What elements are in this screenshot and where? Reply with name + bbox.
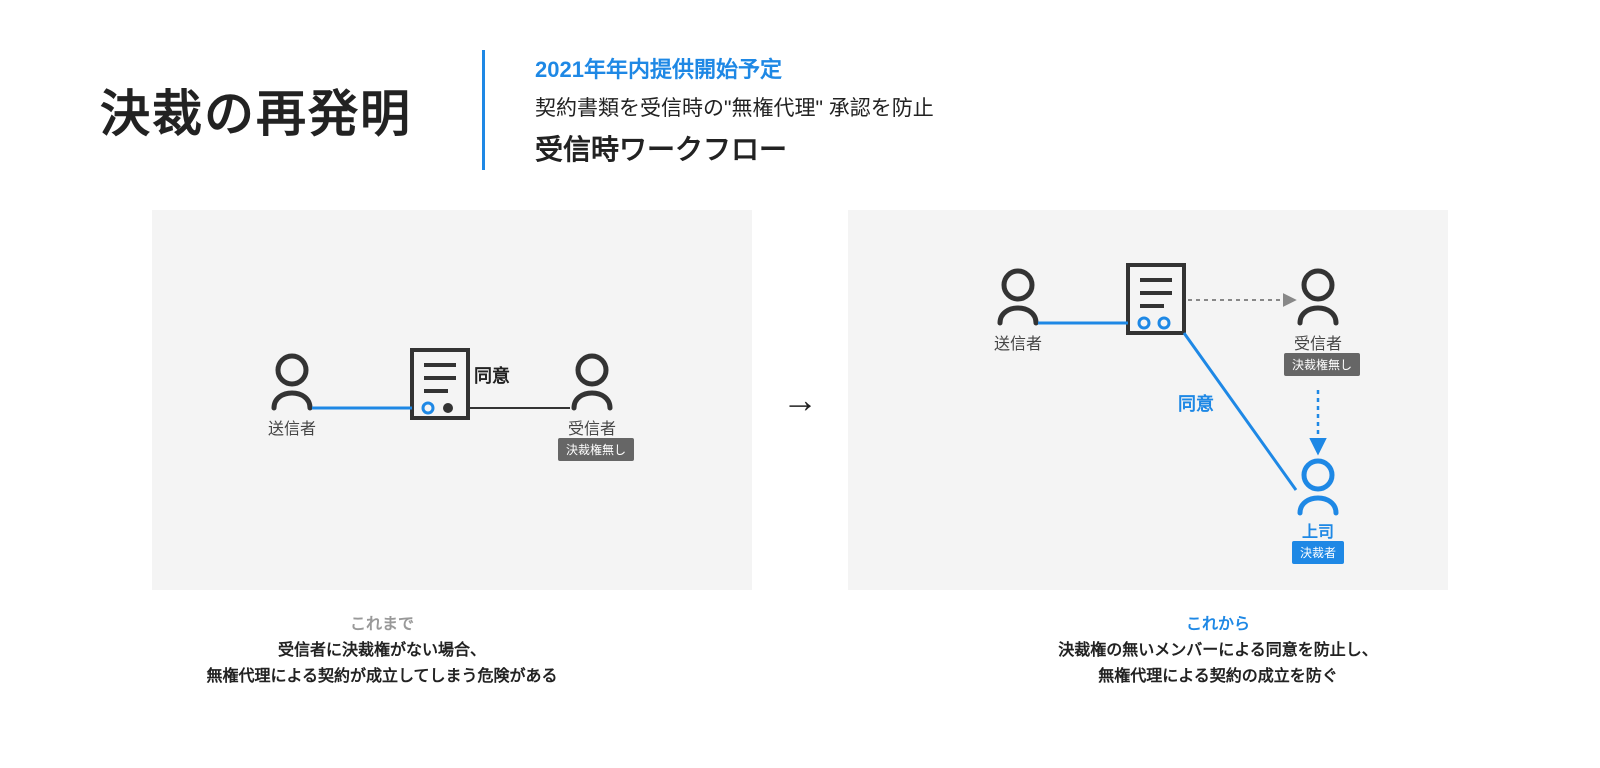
receiver-label: 受信者 (1288, 330, 1348, 354)
person-icon (274, 356, 310, 408)
caption-spacer (782, 610, 818, 689)
release-schedule: 2021年年内提供開始予定 (535, 52, 1500, 84)
after-panel: 送信者 受信者 決裁権無し 上司 決裁者 同意 (848, 210, 1448, 590)
after-diagram (848, 210, 1448, 590)
document-icon (1128, 265, 1184, 333)
before-text-2: 無権代理による契約が成立してしまう危険がある (82, 664, 682, 690)
receiver-label: 受信者 (562, 415, 622, 439)
feature-description: 契約書類を受信時の"無権代理" 承認を防止 (535, 92, 1500, 122)
feature-name: 受信時ワークフロー (535, 128, 1500, 168)
before-diagram (152, 210, 752, 590)
agree-label: 同意 (1178, 390, 1214, 416)
sender-label: 送信者 (988, 330, 1048, 354)
vertical-divider (482, 50, 485, 170)
sender-label: 送信者 (262, 415, 322, 439)
document-icon (412, 350, 468, 418)
captions-row: これまで 受信者に決裁権がない場合、 無権代理による契約が成立してしまう危険があ… (0, 590, 1600, 689)
person-icon (1300, 461, 1336, 513)
before-caption: これまで 受信者に決裁権がない場合、 無権代理による契約が成立してしまう危険があ… (82, 610, 682, 689)
after-caption: これから 決裁権の無いメンバーによる同意を防止し、 無権代理による契約の成立を防… (918, 610, 1518, 689)
boss-badge: 決裁者 (1292, 541, 1344, 564)
header: 決裁の再発明 2021年年内提供開始予定 契約書類を受信時の"無権代理" 承認を… (0, 0, 1600, 200)
agree-label: 同意 (474, 362, 510, 388)
after-text-1: 決裁権の無いメンバーによる同意を防止し、 (918, 638, 1518, 664)
receiver-badge: 決裁権無し (558, 438, 634, 461)
person-icon (1300, 271, 1336, 323)
diagram-panels: 送信者 受信者 決裁権無し 同意 → (0, 200, 1600, 590)
before-panel: 送信者 受信者 決裁権無し 同意 (152, 210, 752, 590)
main-title: 決裁の再発明 (100, 74, 482, 146)
before-text-1: 受信者に決裁権がない場合、 (82, 638, 682, 664)
person-icon (1000, 271, 1036, 323)
boss-label: 上司 (1288, 518, 1348, 542)
before-label: これまで (82, 610, 682, 634)
after-label: これから (918, 610, 1518, 634)
after-text-2: 無権代理による契約の成立を防ぐ (918, 664, 1518, 690)
person-icon (574, 356, 610, 408)
header-right: 2021年年内提供開始予定 契約書類を受信時の"無権代理" 承認を防止 受信時ワ… (535, 52, 1500, 168)
receiver-badge: 決裁権無し (1284, 353, 1360, 376)
arrow-right-icon: → (782, 379, 818, 421)
